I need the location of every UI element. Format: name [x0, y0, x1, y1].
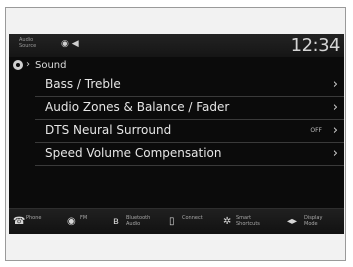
menu-item-speed-volume-compensation[interactable]: Speed Volume Compensation › [35, 143, 344, 166]
infotainment-screen: Audio Source ◉ ◀ 12:34 › Sound Bass / Tr… [9, 34, 344, 234]
fm-label: FM [80, 215, 88, 221]
fm-button[interactable]: ◉ FM [67, 209, 107, 234]
phone-label: Phone [26, 215, 42, 221]
device-icon: ▯ [169, 216, 175, 227]
settings-home-icon[interactable] [13, 60, 23, 70]
phone-button[interactable]: ☎ Phone [13, 209, 57, 234]
radio-icon: ◉ [67, 216, 76, 227]
phone-icon: ☎ [13, 216, 26, 227]
status-icons: ◉ ◀ [61, 39, 79, 49]
bluetooth-audio-label: Bluetooth Audio [126, 215, 151, 227]
smart-shortcuts-label: Smart Shortcuts [236, 215, 260, 227]
chevron-right-icon: › [332, 146, 338, 161]
display-mode-button[interactable]: ◂▸ Display Mode [287, 209, 341, 234]
menu-item-label: Speed Volume Compensation [45, 146, 222, 160]
menu-item-audio-zones[interactable]: Audio Zones & Balance / Fader › [35, 97, 344, 120]
connect-label: Connect [182, 215, 203, 221]
breadcrumb: › Sound [9, 58, 344, 74]
sound-menu-list: Bass / Treble › Audio Zones & Balance / … [35, 74, 344, 166]
bottom-toolbar: ☎ Phone ◉ FM ʙ Bluetooth Audio ▯ Connect… [9, 208, 344, 234]
settings-status-icon: ◉ [61, 39, 69, 49]
menu-item-label: DTS Neural Surround [45, 123, 172, 137]
clock: 12:34 [290, 35, 341, 56]
menu-item-value: OFF [310, 127, 322, 134]
breadcrumb-separator-icon: › [26, 59, 30, 70]
menu-item-label: Bass / Treble [45, 77, 121, 91]
shortcuts-icon: ✲ [223, 216, 232, 227]
chevron-right-icon: › [332, 123, 338, 138]
bluetooth-icon: ʙ [113, 216, 119, 227]
connect-button[interactable]: ▯ Connect [169, 209, 215, 234]
chevron-right-icon: › [332, 77, 338, 92]
smart-shortcuts-button[interactable]: ✲ Smart Shortcuts [223, 209, 279, 234]
page-title: Sound [35, 60, 67, 71]
menu-item-bass-treble[interactable]: Bass / Treble › [35, 74, 344, 97]
bluetooth-audio-button[interactable]: ʙ Bluetooth Audio [113, 209, 163, 234]
status-bar: Audio Source ◉ ◀ 12:34 [9, 34, 344, 57]
menu-item-label: Audio Zones & Balance / Fader [45, 100, 230, 114]
volume-icon: ◀ [71, 39, 79, 49]
audio-source-button[interactable]: Audio Source [19, 37, 43, 49]
chevron-right-icon: › [332, 100, 338, 115]
display-mode-icon: ◂▸ [287, 216, 298, 227]
display-mode-label: Display Mode [304, 215, 323, 227]
menu-item-dts-neural-surround[interactable]: DTS Neural Surround OFF › [35, 120, 344, 143]
